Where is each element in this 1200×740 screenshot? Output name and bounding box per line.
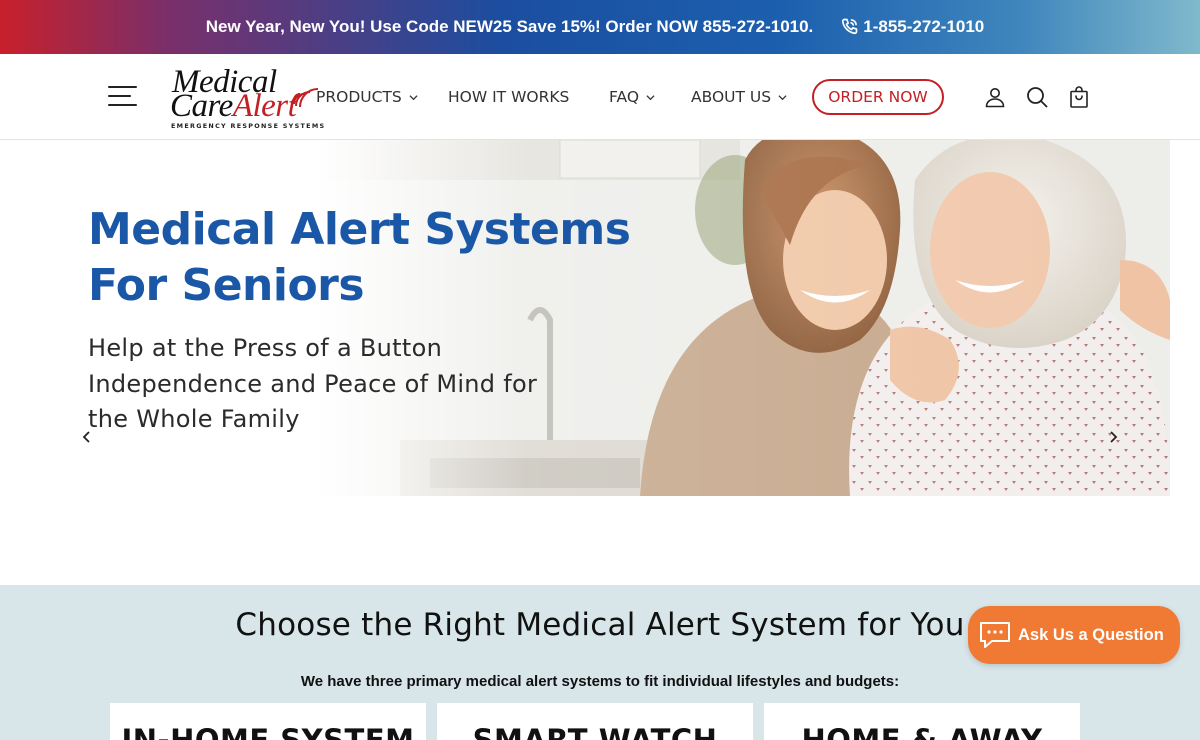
- logo-text-care-alert: CareAlert: [170, 88, 297, 124]
- phone-icon: [842, 18, 858, 35]
- search-icon[interactable]: [1025, 85, 1049, 109]
- promo-phone-number[interactable]: 1-855-272-1010: [863, 17, 984, 37]
- menu-icon[interactable]: [108, 82, 140, 110]
- promo-phone-link[interactable]: 1-855-272-1010: [839, 17, 984, 37]
- nav-about-us-label: ABOUT US: [691, 88, 772, 106]
- carousel-prev-icon[interactable]: [80, 430, 94, 444]
- nav-faq[interactable]: FAQ: [609, 54, 655, 140]
- hero-subtitle-line-1: Help at the Press of a Button: [88, 334, 443, 362]
- hero-title-line-1: Medical Alert Systems: [88, 204, 631, 255]
- nav-products-label: PRODUCTS: [316, 88, 402, 106]
- site-header: Medical CareAlert EMERGENCY RESPONSE SYS…: [0, 54, 1200, 140]
- nav-about-us[interactable]: ABOUT US: [691, 54, 787, 140]
- cart-icon[interactable]: [1067, 85, 1091, 109]
- hero-subtitle-line-3: the Whole Family: [88, 405, 300, 433]
- ask-question-label: Ask Us a Question: [1018, 625, 1164, 644]
- carousel-next-icon[interactable]: [1106, 430, 1120, 444]
- card-title: SMART WATCH: [472, 723, 718, 740]
- nav-faq-label: FAQ: [609, 88, 640, 106]
- hero-title-line-2: For Seniors: [88, 260, 365, 311]
- choose-section-subtitle: We have three primary medical alert syst…: [300, 673, 900, 690]
- card-title: IN-HOME SYSTEM: [121, 723, 415, 740]
- card-smart-watch[interactable]: SMART WATCH: [437, 703, 753, 740]
- nav-products[interactable]: PRODUCTS: [316, 54, 418, 140]
- nav-how-it-works[interactable]: HOW IT WORKS: [448, 54, 569, 140]
- ask-question-button[interactable]: Ask Us a Question: [968, 606, 1180, 664]
- chevron-down-icon: [409, 94, 418, 100]
- account-icon[interactable]: [983, 85, 1007, 109]
- logo-tagline: EMERGENCY RESPONSE SYSTEMS: [171, 122, 326, 130]
- card-in-home-system[interactable]: IN-HOME SYSTEM: [110, 703, 426, 740]
- hero-title: Medical Alert Systems For Seniors: [88, 202, 688, 314]
- hero-banner: Medical Alert Systems For Seniors Help a…: [0, 140, 1170, 496]
- promo-bar: New Year, New You! Use Code NEW25 Save 1…: [0, 0, 1200, 54]
- hero-subtitle: Help at the Press of a Button Independen…: [88, 331, 628, 438]
- hero-photo: [0, 140, 1170, 496]
- card-home-and-away[interactable]: HOME & AWAY: [764, 703, 1080, 740]
- nav-how-it-works-label: HOW IT WORKS: [448, 88, 570, 106]
- order-now-button[interactable]: ORDER NOW: [812, 79, 944, 115]
- site-logo[interactable]: Medical CareAlert EMERGENCY RESPONSE SYS…: [170, 64, 324, 132]
- promo-text: New Year, New You! Use Code NEW25 Save 1…: [205, 17, 814, 36]
- hero-subtitle-line-2: Independence and Peace of Mind for: [88, 369, 538, 398]
- chevron-down-icon: [646, 94, 655, 100]
- card-title: HOME & AWAY: [801, 723, 1043, 740]
- chevron-down-icon: [778, 94, 787, 100]
- chat-bubble-icon: [980, 622, 1010, 648]
